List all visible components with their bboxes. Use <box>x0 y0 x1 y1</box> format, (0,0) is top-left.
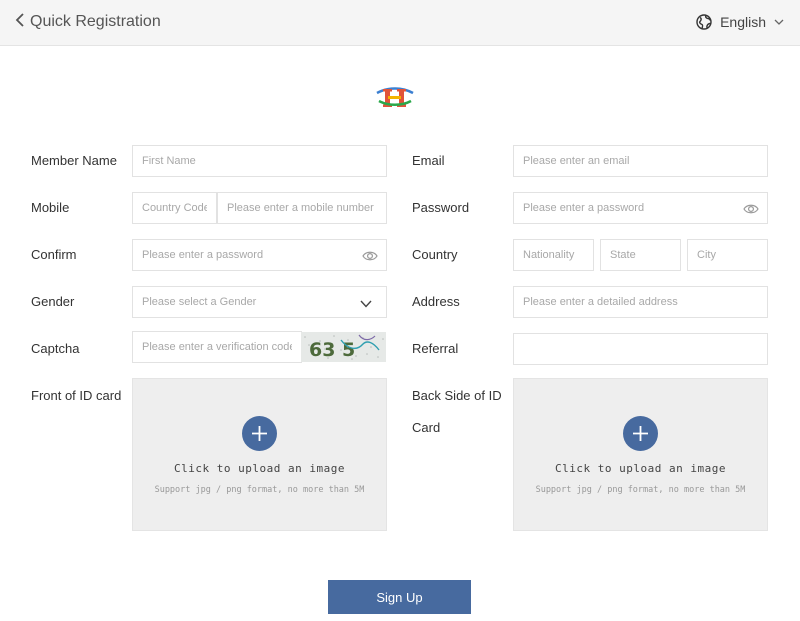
nationality-input[interactable] <box>514 240 593 270</box>
address-input[interactable] <box>514 287 767 317</box>
email-field[interactable] <box>513 145 768 177</box>
captcha-text: 63 5 <box>309 339 355 361</box>
referral-input[interactable] <box>514 334 767 364</box>
address-field[interactable] <box>513 286 768 318</box>
plus-icon <box>242 416 277 451</box>
mobile-input[interactable] <box>218 193 386 223</box>
chevron-left-icon <box>14 12 28 33</box>
city-field[interactable] <box>687 239 768 271</box>
globe-icon <box>696 14 712 30</box>
language-selector[interactable]: English <box>696 11 784 33</box>
eye-icon[interactable] <box>743 202 759 216</box>
upload-title: Click to upload an image <box>555 462 726 475</box>
plus-icon <box>623 416 658 451</box>
back-id-label-line2: Card <box>412 420 441 435</box>
gender-select[interactable]: Please select a Gender <box>132 286 387 318</box>
member-name-label: Member Name <box>31 153 117 168</box>
captcha-field[interactable] <box>132 331 302 363</box>
nationality-field[interactable] <box>513 239 594 271</box>
gender-placeholder: Please select a Gender <box>142 296 257 308</box>
header-bar: Quick Registration English <box>0 0 800 46</box>
eye-icon[interactable] <box>362 249 378 263</box>
upload-hint: Support jpg / png format, no more than 5… <box>535 485 746 495</box>
email-label: Email <box>412 153 445 168</box>
gender-label: Gender <box>31 294 75 309</box>
first-name-field[interactable] <box>132 145 387 177</box>
sign-up-button[interactable]: Sign Up <box>328 580 471 614</box>
city-input[interactable] <box>688 240 767 270</box>
chevron-down-icon <box>774 19 784 26</box>
password-input[interactable] <box>514 193 767 223</box>
front-id-upload[interactable]: Click to upload an image Support jpg / p… <box>132 378 387 531</box>
captcha-image[interactable]: 63 5 <box>301 332 386 362</box>
referral-field[interactable] <box>513 333 768 365</box>
back-id-upload[interactable]: Click to upload an image Support jpg / p… <box>513 378 768 531</box>
mobile-field[interactable] <box>217 192 387 224</box>
address-label: Address <box>412 294 460 309</box>
brand-logo <box>376 84 414 110</box>
referral-label: Referral <box>412 341 459 356</box>
country-code-input[interactable] <box>133 193 216 223</box>
email-input[interactable] <box>514 146 767 176</box>
first-name-input[interactable] <box>133 146 386 176</box>
confirm-password-input[interactable] <box>133 240 386 270</box>
page-title: Quick Registration <box>30 13 161 30</box>
confirm-label: Confirm <box>31 247 77 262</box>
captcha-label: Captcha <box>31 341 80 356</box>
password-label: Password <box>412 200 470 215</box>
country-code-field[interactable] <box>132 192 217 224</box>
mobile-label: Mobile <box>31 200 70 215</box>
back-id-label-line1: Back Side of ID <box>412 388 502 403</box>
upload-title: Click to upload an image <box>174 462 345 475</box>
back-button[interactable]: Quick Registration <box>14 11 161 33</box>
chevron-down-icon <box>360 300 372 308</box>
confirm-password-field[interactable] <box>132 239 387 271</box>
password-field[interactable] <box>513 192 768 224</box>
state-input[interactable] <box>601 240 680 270</box>
language-label: English <box>720 14 766 30</box>
front-id-label: Front of ID card <box>31 388 122 403</box>
upload-hint: Support jpg / png format, no more than 5… <box>154 485 365 495</box>
captcha-input[interactable] <box>133 332 301 362</box>
state-field[interactable] <box>600 239 681 271</box>
country-label: Country <box>412 247 458 262</box>
